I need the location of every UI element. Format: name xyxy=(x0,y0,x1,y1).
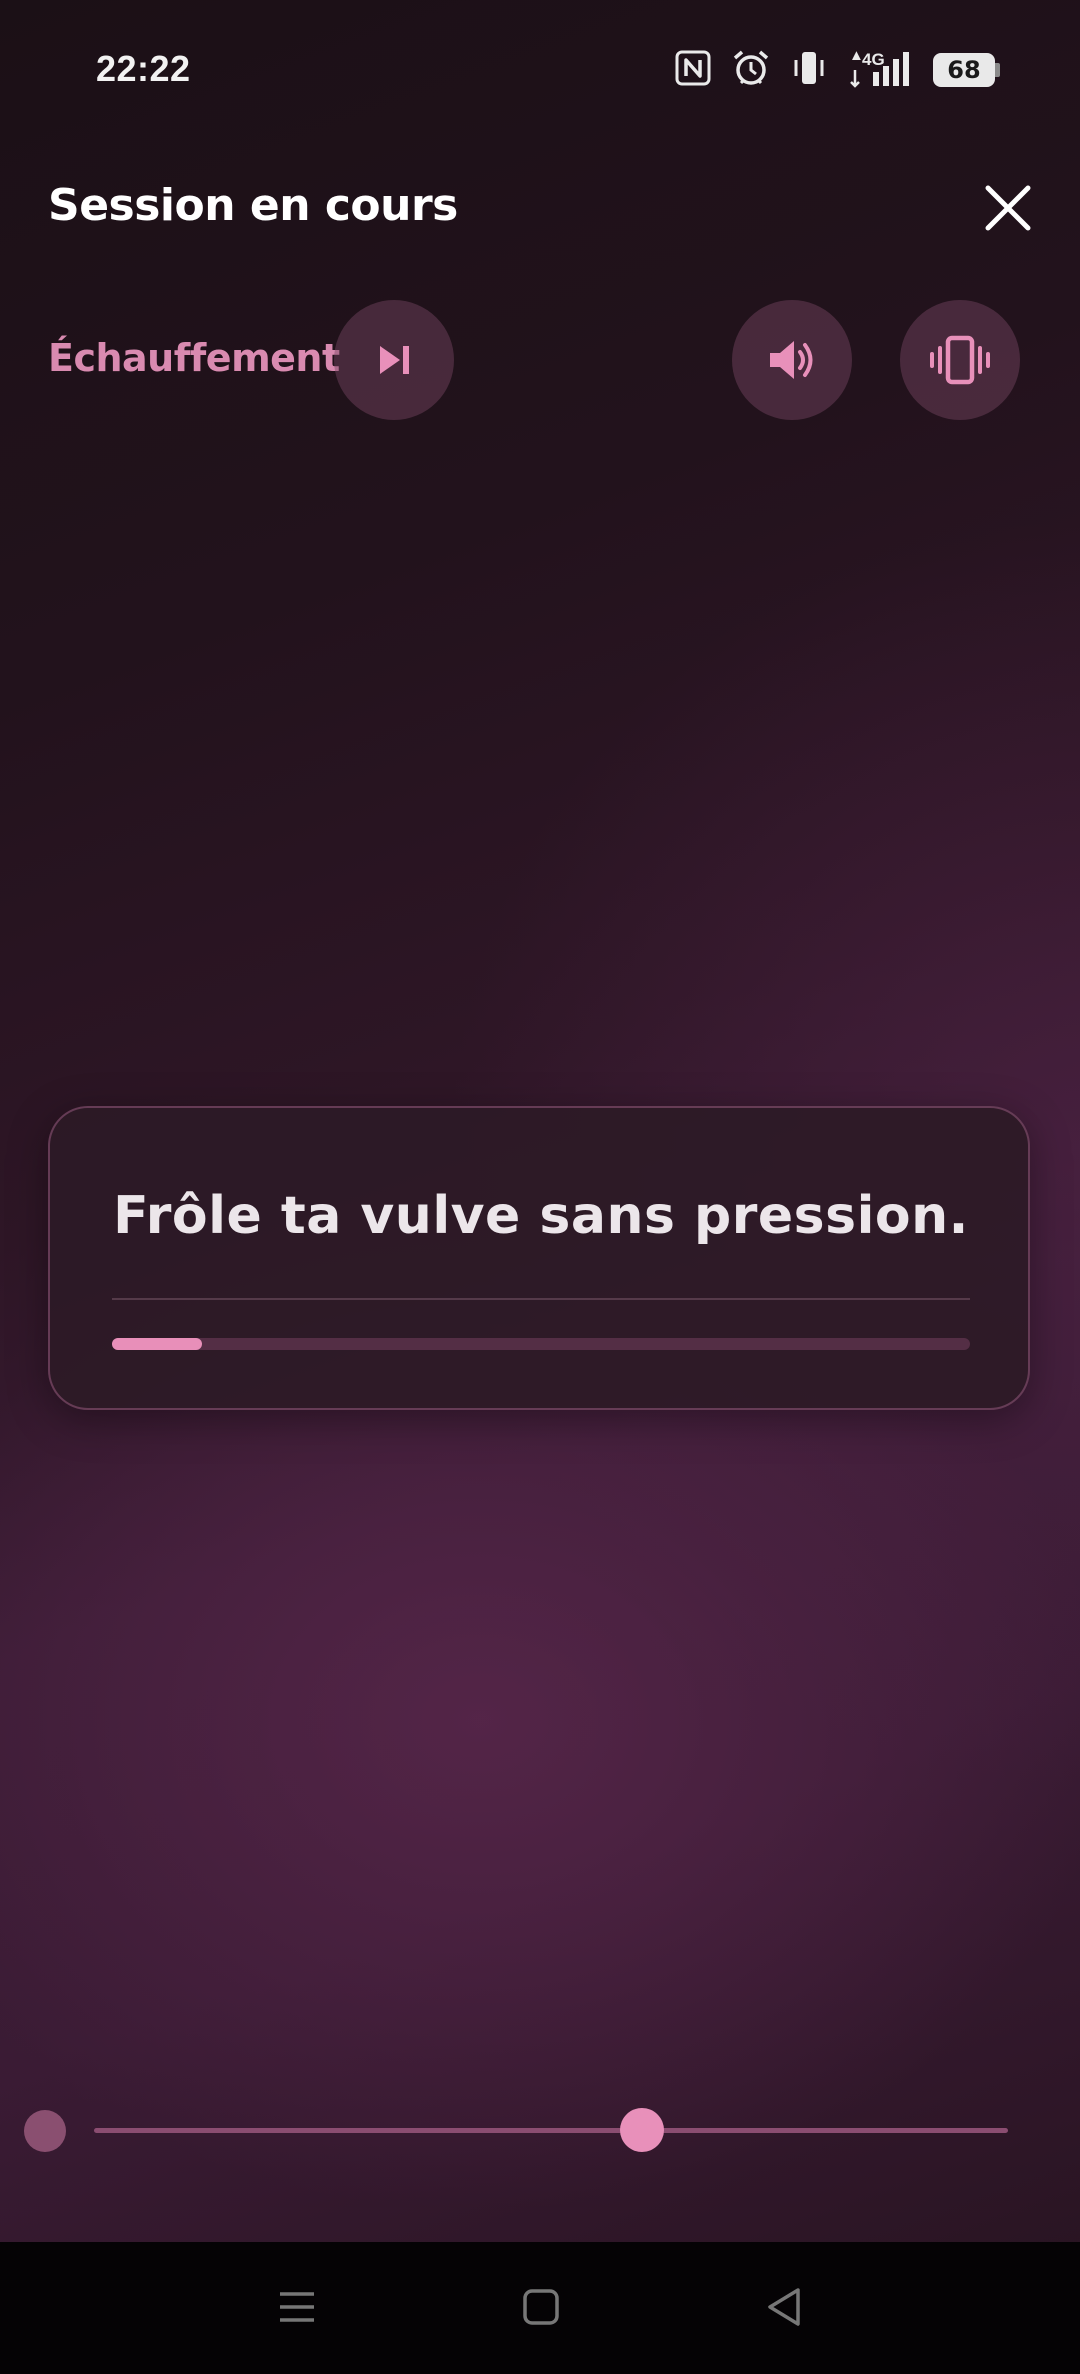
status-time: 22:22 xyxy=(96,48,191,89)
instruction-text: Frôle ta vulve sans pression. xyxy=(113,1186,969,1246)
system-nav-bar xyxy=(0,2242,1080,2374)
close-button[interactable] xyxy=(980,180,1036,236)
skip-next-icon xyxy=(380,346,409,374)
alarm-icon xyxy=(731,48,771,93)
slider-min-indicator xyxy=(24,2110,66,2152)
step-progress-bar xyxy=(112,1338,970,1350)
battery-icon: 68 xyxy=(933,53,1000,87)
status-bar: 22:22 ▲ 68 4G xyxy=(0,0,1080,140)
instruction-card: Frôle ta vulve sans pression. xyxy=(48,1106,1030,1410)
card-divider xyxy=(112,1298,970,1300)
nfc-icon xyxy=(675,50,711,91)
home-icon xyxy=(523,2289,559,2325)
recent-apps-button[interactable] xyxy=(272,2282,322,2332)
skip-phase-button[interactable] xyxy=(334,300,454,420)
volume-icon xyxy=(770,341,813,379)
home-button[interactable] xyxy=(516,2282,566,2332)
vibrate-icon xyxy=(930,335,990,385)
vibrate-mode-icon xyxy=(791,48,827,93)
back-icon xyxy=(768,2288,800,2326)
step-progress-fill xyxy=(112,1338,203,1350)
back-button[interactable] xyxy=(760,2282,810,2332)
close-icon xyxy=(985,185,1031,231)
network-type-label: 4G xyxy=(862,50,885,69)
battery-level: 68 xyxy=(933,53,995,87)
menu-icon xyxy=(280,2292,314,2322)
vibration-toggle-button[interactable] xyxy=(900,300,1020,420)
status-icons: ▲ 68 xyxy=(675,47,1000,93)
sound-toggle-button[interactable] xyxy=(732,300,852,420)
page-title: Session en cours xyxy=(48,180,458,231)
slider-thumb[interactable] xyxy=(620,2108,665,2152)
intensity-slider[interactable] xyxy=(20,2090,1030,2170)
slider-track[interactable] xyxy=(94,2128,1008,2133)
phase-label: Échauffement xyxy=(48,336,340,380)
